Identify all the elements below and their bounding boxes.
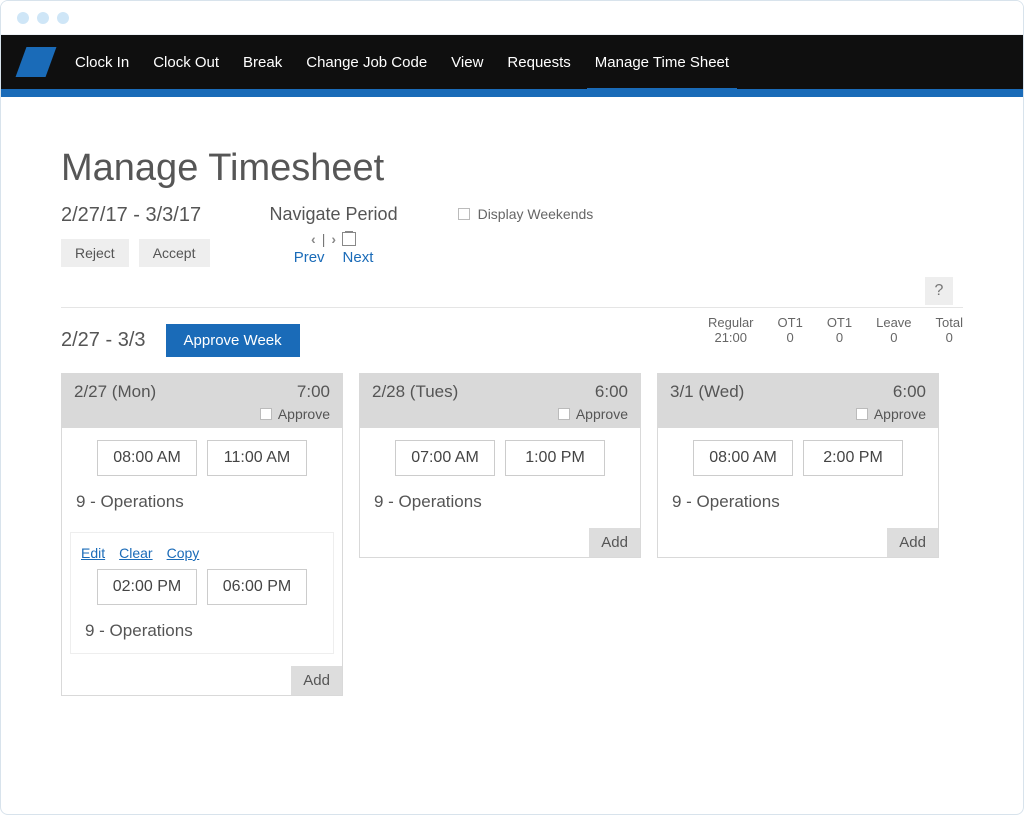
edit-entry-link[interactable]: Edit xyxy=(81,545,105,561)
start-time-input[interactable]: 08:00 AM xyxy=(97,440,197,476)
app-logo-icon xyxy=(16,47,57,77)
top-nav: Clock In Clock Out Break Change Job Code Vie… xyxy=(1,35,1023,89)
end-time-input[interactable]: 1:00 PM xyxy=(505,440,605,476)
time-entry: Edit Clear Copy 02:00 PM 06:00 PM 9 - Operati… xyxy=(70,532,334,654)
window-max-dot[interactable] xyxy=(57,12,69,24)
job-code-label: 9 - Operations xyxy=(72,486,332,514)
summary-ot1: OT10 xyxy=(827,315,852,345)
display-weekends-checkbox[interactable] xyxy=(458,208,470,220)
day-hours: 7:00 xyxy=(297,382,330,402)
job-code-label: 9 - Operations xyxy=(668,486,928,514)
start-time-input[interactable]: 07:00 AM xyxy=(395,440,495,476)
day-hours: 6:00 xyxy=(595,382,628,402)
approve-day-label: Approve xyxy=(278,406,330,422)
summary-ot1: OT10 xyxy=(778,315,803,345)
period-range: 2/27/17 - 3/3/17 xyxy=(61,204,210,227)
end-time-input[interactable]: 06:00 PM xyxy=(207,569,307,605)
navigate-period-label: Navigate Period xyxy=(270,204,398,225)
day-card: 2/28 (Tues) 6:00 Approve 07:00 AM 1:00 PM 9 -… xyxy=(359,373,641,558)
summary-leave: Leave0 xyxy=(876,315,911,345)
add-entry-button[interactable]: Add xyxy=(887,528,938,557)
end-time-input[interactable]: 2:00 PM xyxy=(803,440,903,476)
approve-week-button[interactable]: Approve Week xyxy=(166,324,300,357)
accept-button[interactable]: Accept xyxy=(139,239,210,267)
nav-item-view[interactable]: View xyxy=(451,37,483,88)
reject-button[interactable]: Reject xyxy=(61,239,129,267)
approve-day-checkbox[interactable] xyxy=(856,408,868,420)
start-time-input[interactable]: 08:00 AM xyxy=(693,440,793,476)
approve-day-checkbox[interactable] xyxy=(260,408,272,420)
divider: | xyxy=(322,231,326,247)
chevron-left-icon[interactable]: ‹ xyxy=(311,231,316,247)
day-card: 2/27 (Mon) 7:00 Approve 08:00 AM 11:00 AM 9 -… xyxy=(61,373,343,696)
approve-day-label: Approve xyxy=(576,406,628,422)
add-entry-button[interactable]: Add xyxy=(291,666,342,695)
clear-entry-link[interactable]: Clear xyxy=(119,545,152,561)
copy-entry-link[interactable]: Copy xyxy=(167,545,200,561)
nav-item-clock-in[interactable]: Clock In xyxy=(75,37,129,88)
window-close-dot[interactable] xyxy=(17,12,29,24)
section-divider xyxy=(61,307,963,308)
time-entry: 07:00 AM 1:00 PM 9 - Operations xyxy=(360,428,640,524)
time-entry: 08:00 AM 2:00 PM 9 - Operations xyxy=(658,428,938,524)
summary-regular: Regular21:00 xyxy=(708,315,754,345)
next-period-link[interactable]: Next xyxy=(343,249,374,266)
help-button[interactable]: ? xyxy=(925,277,953,305)
day-date: 3/1 (Wed) xyxy=(670,382,744,402)
nav-item-manage-time-sheet[interactable]: Manage Time Sheet xyxy=(595,37,729,88)
time-entry: 08:00 AM 11:00 AM 9 - Operations xyxy=(62,428,342,524)
window-min-dot[interactable] xyxy=(37,12,49,24)
nav-item-requests[interactable]: Requests xyxy=(507,37,570,88)
day-date: 2/27 (Mon) xyxy=(74,382,156,402)
nav-item-break[interactable]: Break xyxy=(243,37,282,88)
job-code-label: 9 - Operations xyxy=(81,615,323,643)
accent-bar xyxy=(1,89,1023,97)
day-hours: 6:00 xyxy=(893,382,926,402)
chevron-right-icon[interactable]: › xyxy=(331,231,336,247)
nav-item-change-job-code[interactable]: Change Job Code xyxy=(306,37,427,88)
approve-day-checkbox[interactable] xyxy=(558,408,570,420)
page-title: Manage Timesheet xyxy=(61,147,963,190)
nav-item-clock-out[interactable]: Clock Out xyxy=(153,37,219,88)
summary-total: Total0 xyxy=(936,315,963,345)
start-time-input[interactable]: 02:00 PM xyxy=(97,569,197,605)
prev-period-link[interactable]: Prev xyxy=(294,249,325,266)
add-entry-button[interactable]: Add xyxy=(589,528,640,557)
end-time-input[interactable]: 11:00 AM xyxy=(207,440,307,476)
browser-titlebar xyxy=(1,1,1023,35)
day-card: 3/1 (Wed) 6:00 Approve 08:00 AM 2:00 PM 9 - O… xyxy=(657,373,939,558)
summary-row: Regular21:00 OT10 OT10 Leave0 Total0 xyxy=(708,315,963,345)
calendar-icon[interactable] xyxy=(342,232,356,246)
approve-day-label: Approve xyxy=(874,406,926,422)
week-range: 2/27 - 3/3 xyxy=(61,329,146,352)
display-weekends-label: Display Weekends xyxy=(478,206,594,222)
job-code-label: 9 - Operations xyxy=(370,486,630,514)
day-date: 2/28 (Tues) xyxy=(372,382,458,402)
